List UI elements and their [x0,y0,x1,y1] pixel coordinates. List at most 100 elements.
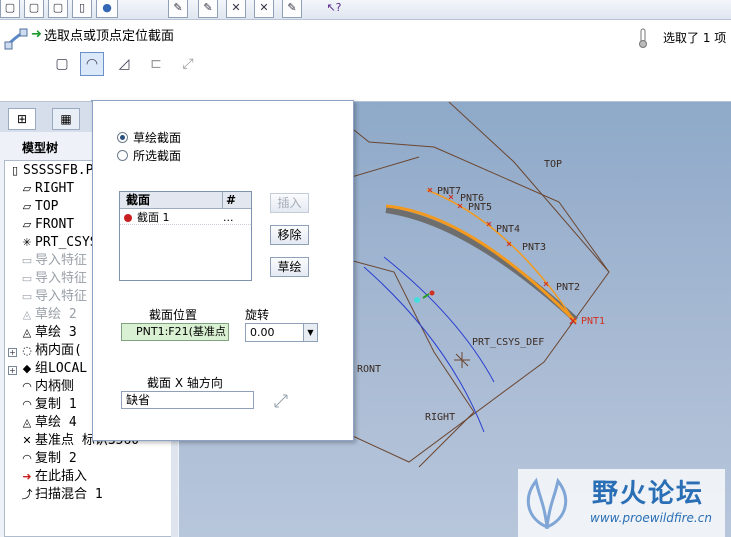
group-icon: ◆ [22,362,32,375]
help-pointer-icon[interactable]: ↖? [324,0,344,18]
copy-icon: ◠ [22,398,32,411]
swept-surface-shadow [385,207,579,323]
cube-icon[interactable]: ▢ [0,0,20,18]
tree-item[interactable]: ▱ RIGHT [19,180,74,198]
tree-item[interactable]: ◬ 草绘 2 [19,306,77,324]
surface-icon: ◌ [22,344,32,357]
tree-item[interactable]: ▯ SSSSSFB.P [7,162,93,180]
selection-status: 选取了 1 项 [663,31,727,45]
datum-plane-edge [433,146,610,273]
datum-point-icon: ✕ [22,434,32,447]
tree-item[interactable]: ◬ 草绘 3 [19,324,77,342]
datum-plane-icon: ▱ [22,200,32,213]
datum-plane-icon: ▱ [22,182,32,195]
import-icon: ▭ [21,272,33,285]
rotation-dropdown[interactable]: 0.00 ▼ [245,323,318,342]
top-toolbar: ▢ ▢ ▢ ▯ ● ✎ ✎ ✕ ✕ ✎ ↖? [0,0,731,20]
tree-item[interactable]: ▭ 导入特征 [19,270,87,288]
section-row[interactable]: 截面 1 ... [120,210,251,225]
surface-icon: ◠ [22,380,32,393]
section-x-axis-collector[interactable]: 缺省 [121,391,254,409]
folder-icon: ▦ [60,112,72,126]
remove-material-icon[interactable]: ◿ [112,52,136,76]
point-label: PNT1 [581,316,606,327]
expand-toggle[interactable]: + [8,366,17,375]
start-point-marker [429,290,435,296]
remove-button[interactable]: 移除 [270,225,309,245]
point-label: PNT3 [522,242,547,253]
tree-item[interactable]: ✳ PRT_CSYS [19,234,97,252]
tree-item[interactable]: ◌ 柄内面( [19,342,82,360]
radio-sketched-section[interactable]: 草绘截面 [117,130,181,146]
import-icon: ▭ [21,254,33,267]
watermark-logo [526,477,568,529]
sections-table-header: 截面 # [120,192,251,209]
radio-empty-icon [117,150,128,161]
merge-icon[interactable]: ⤢ [176,52,200,76]
pen-eye-icon[interactable]: ✎ [198,0,218,18]
multi-eye-icon[interactable]: ✕ [254,0,274,18]
csys-icon: ✳ [22,236,32,249]
import-icon: ▭ [21,290,33,303]
chevron-down-icon[interactable]: ▼ [303,324,317,341]
insert-arrow-icon: ➜ [22,470,32,483]
tree-item[interactable]: ▱ FRONT [19,216,74,234]
tree-item[interactable]: ▱ TOP [19,198,59,216]
watermark-url: www.proewildfire.cn [590,511,712,525]
thermometer-icon [639,28,647,48]
copy-icon: ◠ [22,452,32,465]
tab-layers[interactable]: ▦ [52,108,80,130]
section-status-icon [124,214,132,222]
swept-surface [385,204,578,324]
user-icon[interactable]: ● [96,0,118,18]
prompt-arrow-icon: ➜ [31,27,42,42]
radio-selected-icon [117,132,128,143]
watermark-title: 野火论坛 [592,479,705,509]
tree-item[interactable]: ➜ 在此插入 [19,468,87,486]
sections-table: 截面 # 截面 1 ... [119,191,252,281]
tree-item[interactable]: ⤴ 扫描混合 1 [19,486,103,504]
box-outline-icon[interactable]: ▢ [48,0,68,18]
tree-structure-icon: ⊞ [16,112,28,126]
thicken-icon[interactable]: ⊏ [144,52,168,76]
front-plane-label: RONT [357,364,382,375]
radio-selected-section[interactable]: 所选截面 [117,148,181,164]
csys-label: PRT_CSYS_DEF [472,337,545,348]
rotation-label: 旋转 [245,308,270,322]
sections-panel: 草绘截面 所选截面 截面 # 截面 1 ... 插入 移除 草绘 截面位置 旋转… [92,100,354,441]
point-label: PNT5 [468,202,493,213]
tree-item[interactable]: ▭ 导入特征 [19,288,87,306]
tab-model-tree[interactable]: ⊞ [8,108,36,130]
solid-icon[interactable]: ▢ [50,52,74,76]
flip-direction-icon[interactable] [273,393,289,409]
sketch-eye-icon[interactable]: ✎ [282,0,302,18]
watermark: 野火论坛 www.proewildfire.cn [518,469,725,537]
right-plane-label: RIGHT [425,412,456,423]
document-icon[interactable]: ▯ [72,0,92,18]
blue-curve [383,256,495,383]
tree-item[interactable]: ◆ 组LOCAL [19,360,87,378]
surface-icon[interactable]: ◠ [80,52,104,76]
expand-toggle[interactable]: + [8,348,17,357]
sketch-button[interactable]: 草绘 [270,257,309,277]
top-plane-label: TOP [544,159,563,170]
section-location-collector[interactable]: PNT1:F21(基准点 [121,323,229,341]
point-label: PNT7 [437,186,462,197]
tree-item[interactable]: ◬ 草绘 4 [19,414,77,432]
datum-plane-icon: ▱ [22,218,32,231]
sketch-icon: ◬ [22,308,32,321]
tree-title: 模型树 [22,141,59,155]
swept-blend-icon: ⤴ [21,488,33,501]
tree-item[interactable]: ◠ 复制 2 [19,450,76,468]
point-label: PNT4 [496,224,521,235]
csys-marker [454,352,470,368]
tree-item[interactable]: ▭ 导入特征 [19,252,87,270]
box-icon[interactable]: ▢ [24,0,44,18]
tree-item[interactable]: ◠ 复制 1 [19,396,76,414]
swept-blend-icon [4,28,28,50]
tree-item[interactable]: ◠ 内柄侧 [19,378,74,396]
cross-eye-icon[interactable]: ✕ [226,0,246,18]
prompt-message: 选取点或顶点定位截面 [44,29,175,44]
edit-eye-icon[interactable]: ✎ [168,0,188,18]
insert-button[interactable]: 插入 [270,193,309,213]
